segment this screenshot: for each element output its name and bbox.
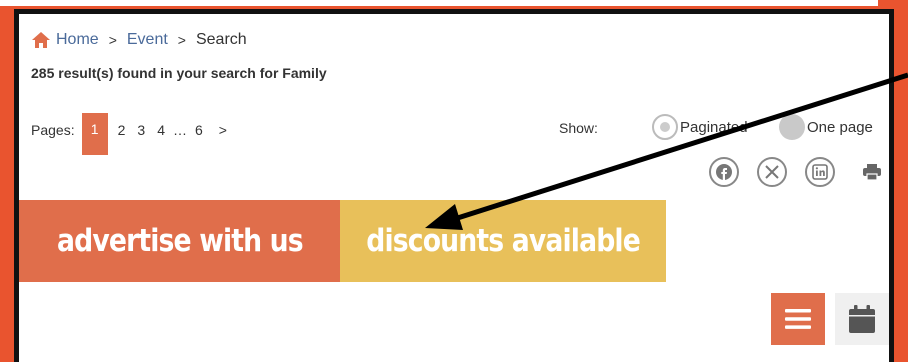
screenshot-frame: Home > Event > Search 285 result(s) foun… — [14, 9, 894, 362]
radio-unselected-icon[interactable] — [779, 114, 805, 140]
page-link-3[interactable]: 3 — [137, 122, 145, 138]
breadcrumb-current: Search — [195, 31, 247, 48]
breadcrumb-home-link[interactable]: Home — [56, 31, 99, 49]
results-count: 285 result(s) found in your search for F… — [31, 65, 327, 81]
discounts-banner[interactable]: discounts available — [340, 200, 666, 282]
radio-selected-icon[interactable] — [652, 114, 678, 140]
show-label: Show: — [559, 120, 598, 136]
radio-paginated-label[interactable]: Paginated — [680, 119, 748, 136]
menu-icon[interactable] — [784, 307, 812, 331]
advertise-banner[interactable]: advertise with us — [19, 200, 340, 282]
page-link-2[interactable]: 2 — [118, 122, 126, 138]
pagination: Pages: 1 2 3 4 … 6 > — [31, 105, 233, 155]
pagination-ellipsis: … — [172, 122, 187, 138]
page-next-link[interactable]: > — [219, 122, 227, 138]
calendar-view-button[interactable] — [835, 293, 889, 345]
top-white-strip — [0, 0, 878, 6]
x-icon[interactable] — [757, 157, 787, 187]
linkedin-icon[interactable] — [805, 157, 835, 187]
page-link-1[interactable]: 1 — [81, 113, 108, 155]
breadcrumb: Home > Event > Search — [31, 31, 247, 49]
facebook-share-button[interactable] — [709, 157, 739, 187]
radio-one-page-label[interactable]: One page — [807, 119, 873, 136]
pagination-label: Pages: — [31, 122, 75, 138]
breadcrumb-separator: > — [108, 32, 117, 48]
breadcrumb-separator: > — [177, 32, 186, 48]
calendar-icon[interactable] — [848, 304, 876, 334]
advertise-banner-text[interactable]: advertise with us — [57, 223, 304, 259]
x-share-button[interactable] — [757, 157, 787, 187]
print-button[interactable] — [861, 157, 883, 187]
facebook-icon[interactable] — [709, 157, 739, 187]
radio-paginated[interactable]: Paginated — [652, 114, 748, 140]
radio-one-page[interactable]: One page — [779, 114, 873, 140]
discounts-banner-text[interactable]: discounts available — [366, 223, 641, 259]
list-view-button[interactable] — [771, 293, 825, 345]
home-icon[interactable] — [31, 31, 51, 49]
linkedin-share-button[interactable] — [805, 157, 835, 187]
page-link-6[interactable]: 6 — [195, 122, 203, 138]
breadcrumb-event-link[interactable]: Event — [127, 31, 168, 49]
print-icon[interactable] — [862, 163, 882, 181]
page-link-4[interactable]: 4 — [157, 122, 165, 138]
